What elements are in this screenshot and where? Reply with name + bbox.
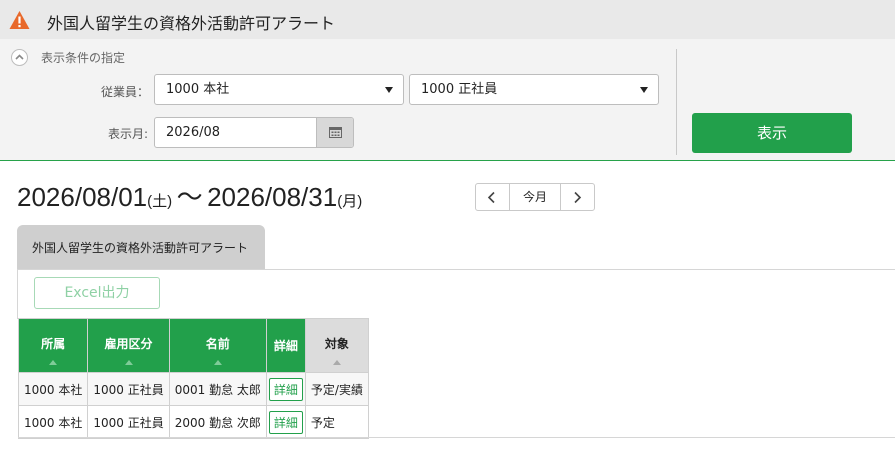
- period-end-dow: (月): [337, 193, 363, 210]
- column-header-label: 所属: [41, 337, 66, 351]
- cell-employment: 1000 正社員: [87, 405, 170, 439]
- column-header-detail: 詳細: [265, 318, 306, 373]
- detail-button[interactable]: 詳細: [268, 410, 303, 434]
- table-header-row: 所属 雇用区分 名前 詳細 対象: [17, 318, 369, 373]
- month-input[interactable]: 2026/08: [154, 117, 354, 148]
- warning-triangle-icon: [9, 11, 30, 29]
- detail-button[interactable]: 詳細: [268, 377, 303, 401]
- prev-month-button[interactable]: [476, 184, 509, 210]
- period-separator: 〜: [176, 182, 203, 212]
- page-title: 外国人留学生の資格外活動許可アラート: [47, 14, 336, 33]
- column-header-label: 対象: [324, 337, 349, 351]
- column-header-name[interactable]: 名前: [168, 318, 267, 373]
- cell-dept: 1000 本社: [17, 372, 89, 406]
- chevron-right-icon: [574, 191, 582, 204]
- table-row: 1000 本社 1000 正社員 0001 勤怠 太郎 詳細 予定/実績: [17, 372, 369, 406]
- chevron-left-icon: [487, 191, 495, 204]
- cell-name: 2000 勤怠 次郎: [168, 405, 267, 439]
- cell-detail: 詳細: [265, 405, 306, 439]
- sort-up-icon: [124, 360, 133, 365]
- employee-label: 従業員：: [101, 85, 150, 99]
- cell-target: 予定/実績: [304, 372, 369, 406]
- cell-employment: 1000 正社員: [87, 372, 170, 406]
- column-header-label: 名前: [205, 337, 230, 351]
- collapse-chevron-up-icon[interactable]: [11, 49, 28, 66]
- period-start-dow: (土): [147, 193, 173, 210]
- title-bar: 外国人留学生の資格外活動許可アラート: [0, 0, 895, 39]
- filter-section-title: 表示条件の指定: [41, 51, 126, 65]
- cell-name: 0001 勤怠 太郎: [168, 372, 267, 406]
- table-row: 1000 本社 1000 正社員 2000 勤怠 次郎 詳細 予定: [17, 405, 369, 439]
- sort-up-icon: [49, 360, 58, 365]
- month-navigation: 今月: [475, 183, 595, 211]
- period-end: 2026/08/31: [207, 182, 338, 212]
- this-month-button[interactable]: 今月: [509, 184, 561, 210]
- period-start: 2026/08/01: [17, 182, 148, 212]
- chevron-down-icon: [640, 87, 648, 93]
- column-header-employment[interactable]: 雇用区分: [87, 318, 170, 373]
- month-value: 2026/08: [166, 125, 221, 140]
- employee-org-value: 1000 本社: [166, 82, 230, 97]
- table-bottom-border: [18, 437, 895, 438]
- column-header-dept[interactable]: 所属: [17, 318, 89, 373]
- tab-divider: [17, 269, 895, 270]
- employee-type-select[interactable]: 1000 正社員: [409, 74, 659, 105]
- alert-table: 所属 雇用区分 名前 詳細 対象 1000 本社 1000 正社員 0001 勤…: [17, 318, 369, 439]
- tab-body-border: [17, 269, 18, 319]
- month-label: 表示月:: [108, 127, 149, 141]
- cell-dept: 1000 本社: [17, 405, 89, 439]
- tab-alert[interactable]: 外国人留学生の資格外活動許可アラート: [17, 225, 265, 270]
- cell-target: 予定: [304, 405, 369, 439]
- chevron-down-icon: [385, 87, 393, 93]
- calendar-button[interactable]: [316, 118, 353, 147]
- next-month-button[interactable]: [561, 184, 594, 210]
- column-header-label: 詳細: [273, 339, 298, 353]
- calendar-icon: [329, 127, 342, 138]
- filter-divider: [676, 49, 677, 155]
- cell-detail: 詳細: [265, 372, 306, 406]
- employee-type-value: 1000 正社員: [421, 82, 498, 97]
- sort-up-icon: [332, 360, 341, 365]
- column-header-label: 雇用区分: [104, 337, 153, 351]
- show-button[interactable]: 表示: [692, 113, 852, 153]
- date-range: 2026/08/01(土) 〜 2026/08/31(月): [17, 177, 362, 214]
- excel-export-button[interactable]: Excel出力: [34, 277, 160, 309]
- column-header-target[interactable]: 対象: [304, 318, 369, 373]
- sort-up-icon: [213, 360, 222, 365]
- employee-org-select[interactable]: 1000 本社: [154, 74, 404, 105]
